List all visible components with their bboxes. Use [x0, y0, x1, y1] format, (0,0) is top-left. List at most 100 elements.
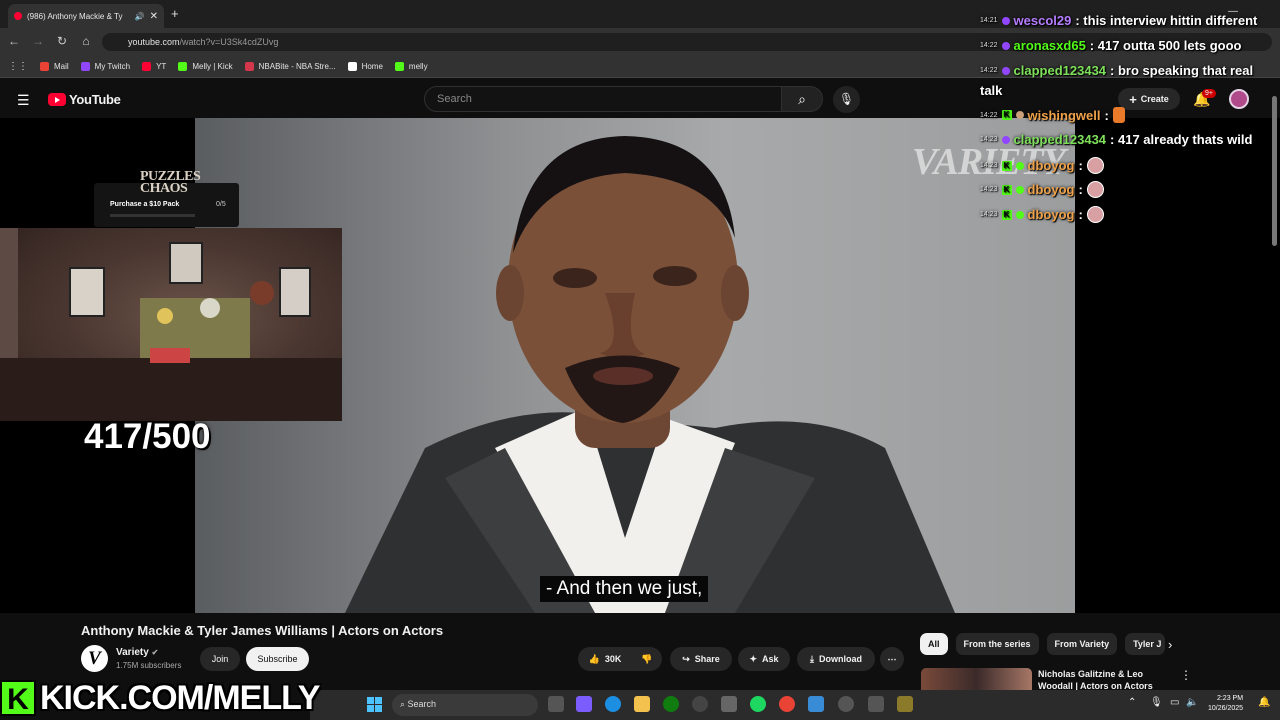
bookmark-melly[interactable]: melly [394, 62, 428, 71]
join-button[interactable]: Join [200, 647, 240, 671]
search-input[interactable]: Search [424, 86, 782, 112]
copilot-icon[interactable] [576, 696, 592, 712]
avatar[interactable] [1229, 89, 1249, 109]
chat-message-continuation: talk [980, 83, 1002, 98]
create-button[interactable]: + Create [1118, 88, 1180, 110]
dislike-button[interactable]: 👎 [632, 647, 662, 671]
spotify-icon[interactable] [750, 696, 766, 712]
chat-username: dboyog [1027, 207, 1075, 222]
tray-chevron-icon[interactable]: ⌃ [1128, 697, 1136, 708]
share-button[interactable]: ↪ Share [670, 647, 732, 671]
recommendation-menu-icon[interactable]: ⋮ [1180, 668, 1192, 682]
notification-badge: 9+ [1202, 89, 1216, 98]
chat-username: aronasxd65 [1013, 38, 1086, 53]
file-explorer-icon[interactable] [634, 696, 650, 712]
channel-name[interactable]: Variety ✔ [116, 647, 158, 658]
chat-text: : [1078, 158, 1083, 173]
search-icon: ⌕ [400, 699, 408, 709]
chips-next-icon[interactable]: › [1168, 637, 1172, 652]
like-button[interactable]: 👍 30K [578, 647, 632, 671]
task-view-icon[interactable] [548, 696, 564, 712]
search-button[interactable]: ⌕ [781, 86, 823, 112]
reload-icon[interactable]: ↻ [54, 34, 70, 48]
nbabite-icon [244, 62, 254, 71]
emote-icon [1086, 181, 1104, 198]
bookmark-mail[interactable]: Mail [40, 62, 69, 71]
channel-avatar[interactable]: V [81, 645, 108, 672]
taskbar-search[interactable]: ⌕ Search [392, 694, 538, 716]
verified-badge-icon [1015, 111, 1024, 119]
chat-username: dboyog [1027, 158, 1075, 173]
chat-username: dboyog [1027, 182, 1075, 197]
chat-message: 14:21 wescol29: this interview hittin dif… [980, 13, 1258, 28]
verified-badge-icon [1015, 185, 1024, 194]
thumbs-down-icon: 👎 [641, 653, 653, 664]
bookmark-kick[interactable]: Melly | Kick [178, 62, 233, 71]
ask-button[interactable]: ✦ Ask [738, 647, 790, 671]
bookmark-home[interactable]: Home [347, 62, 383, 71]
sub-goal-counter: 417/500 [84, 417, 211, 456]
chip-tyler[interactable]: Tyler J [1125, 633, 1166, 655]
kick-badge-icon: K [1001, 110, 1012, 120]
taskbar-clock[interactable]: 2:23 PM 10/26/2025 [1208, 694, 1243, 714]
chat-username: wescol29 [1013, 13, 1072, 28]
page-scrollbar[interactable] [1272, 96, 1277, 246]
apps-grid-icon[interactable]: ⋮⋮ [8, 61, 28, 72]
app-icon[interactable] [897, 696, 913, 712]
chip-all[interactable]: All [920, 633, 948, 655]
notifications-tray-icon[interactable]: 🔔 [1258, 697, 1270, 708]
bookmark-nbabite[interactable]: NBABite - NBA Stre... [244, 62, 336, 71]
media-player-icon[interactable] [838, 696, 854, 712]
url-host: youtube.com [128, 37, 180, 47]
microphone-tray-icon[interactable]: 🎙 [1150, 697, 1163, 708]
xbox-icon[interactable] [663, 696, 679, 712]
chip-from-variety[interactable]: From Variety [1046, 633, 1118, 655]
widget-progress-bar [110, 214, 195, 217]
chat-message: 14:23 Kdboyog: [980, 206, 1104, 223]
verified-badge-icon [1015, 210, 1024, 219]
more-actions-button[interactable]: ⋯ [880, 647, 904, 671]
download-button[interactable]: ⤓ Download [797, 647, 875, 671]
bookmark-twitch[interactable]: My Twitch [80, 62, 130, 71]
chrome-icon[interactable] [779, 696, 795, 712]
menu-icon[interactable]: ☰ [17, 92, 30, 109]
plus-icon: + [1129, 91, 1137, 107]
youtube-logo[interactable]: YouTube [48, 92, 121, 107]
edge-icon[interactable] [605, 696, 621, 712]
emote-icon [1086, 157, 1104, 174]
youtube-play-icon [48, 93, 66, 106]
bookmark-yt[interactable]: YT [142, 62, 166, 71]
back-icon[interactable]: ← [6, 34, 22, 48]
forward-icon[interactable]: → [30, 34, 46, 48]
kick-badge-icon: K [1001, 160, 1012, 171]
obs-icon[interactable] [692, 696, 708, 712]
subscribe-button[interactable]: Subscribe [246, 647, 309, 671]
kick-badge-icon: K [1001, 209, 1012, 220]
chat-text: : [1078, 207, 1083, 222]
photos-icon[interactable] [808, 696, 824, 712]
chat-text: : [1078, 182, 1083, 197]
chat-text: talk [980, 83, 1003, 98]
chip-from-the-series[interactable]: From the series [955, 633, 1039, 655]
recommendation-title[interactable]: Nicholas Galitzine & Leo Woodall | Actor… [1038, 668, 1158, 690]
chat-text: : 417 outta 500 lets gooo [1089, 38, 1242, 53]
puzzles-chaos-logo: PUZZLES CHAOS [140, 169, 201, 196]
windows-start-icon[interactable] [367, 697, 382, 712]
voice-search-button[interactable]: 🎙 [833, 86, 860, 113]
kick-banner: K KICK.COM/MELLY [0, 676, 320, 720]
tab-title: (986) Anthony Mackie & Ty [27, 11, 123, 21]
network-icon[interactable]: ▭ [1170, 697, 1179, 708]
widget-action: Purchase a $10 Pack [110, 201, 180, 208]
store-icon[interactable] [721, 696, 737, 712]
volume-icon[interactable]: 🔈 [1186, 697, 1198, 708]
new-tab-button[interactable]: + [171, 6, 179, 21]
close-tab-icon[interactable]: ✕ [150, 11, 158, 22]
speaker-icon[interactable]: 🔊 [135, 12, 145, 21]
webcam-overlay [0, 228, 342, 421]
app-icon[interactable] [868, 696, 884, 712]
youtube-favicon-icon [14, 12, 22, 20]
home-icon[interactable]: ⌂ [78, 34, 94, 48]
kick-icon [394, 62, 404, 71]
browser-tab[interactable]: (986) Anthony Mackie & Ty 🔊 ✕ [8, 4, 164, 28]
twitch-badge-icon [1001, 135, 1010, 144]
